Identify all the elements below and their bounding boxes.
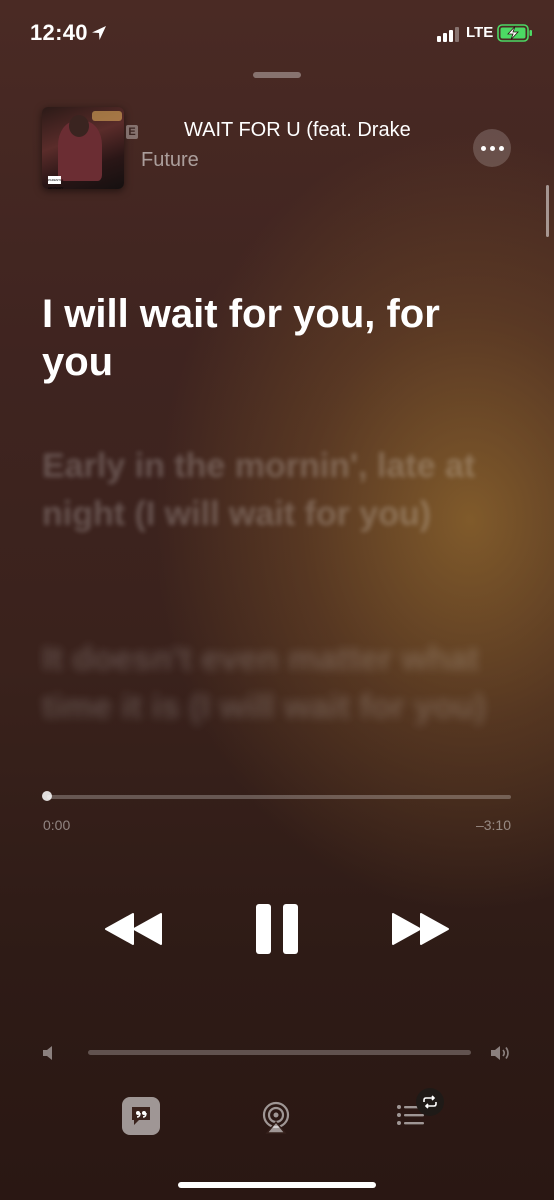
volume-high-icon: [491, 1046, 509, 1060]
sheet-grabber[interactable]: [253, 72, 301, 78]
more-options-button[interactable]: [473, 129, 511, 167]
repeat-indicator: [416, 1088, 444, 1116]
rewind-button[interactable]: [104, 910, 164, 948]
airplay-audio-icon[interactable]: [258, 1099, 294, 1135]
artist-name[interactable]: Future: [141, 149, 199, 172]
lyric-line-current[interactable]: I will wait for you, for you: [42, 290, 512, 386]
location-arrow-icon: [92, 26, 106, 40]
pause-button[interactable]: [253, 902, 301, 956]
battery-charging-icon: [497, 24, 532, 42]
volume-slider[interactable]: [88, 1050, 471, 1055]
elapsed-time: 0:00: [43, 817, 71, 833]
lyrics-button[interactable]: [122, 1097, 160, 1135]
progress-scrubber[interactable]: [42, 791, 52, 801]
progress-bar[interactable]: [47, 795, 511, 799]
lyric-line-after[interactable]: It doesn't even matter what time it is (…: [42, 635, 512, 731]
explicit-badge: E: [126, 125, 138, 139]
repeat-icon: [423, 1095, 437, 1109]
status-time: 12:40: [30, 20, 88, 45]
scroll-indicator: [546, 185, 549, 237]
song-title: WAIT FOR U (feat. Drake: [184, 119, 411, 141]
remaining-time: –3:10: [475, 817, 511, 833]
volume-low-icon: [43, 1046, 52, 1060]
status-bar: 12:40 LTE: [0, 0, 554, 64]
lyric-line-next[interactable]: Early in the mornin', late at night (I w…: [42, 442, 512, 538]
album-art[interactable]: PARENTAL ADVISORY: [42, 107, 124, 189]
parental-advisory-label: PARENTAL ADVISORY: [48, 176, 64, 189]
fast-forward-button[interactable]: [390, 910, 450, 948]
lyrics-quote-icon: [132, 1107, 150, 1125]
ellipsis-icon: [480, 145, 486, 151]
network-label: LTE: [466, 24, 494, 41]
home-indicator[interactable]: [178, 1182, 376, 1188]
cellular-signal-icon: [437, 27, 459, 42]
